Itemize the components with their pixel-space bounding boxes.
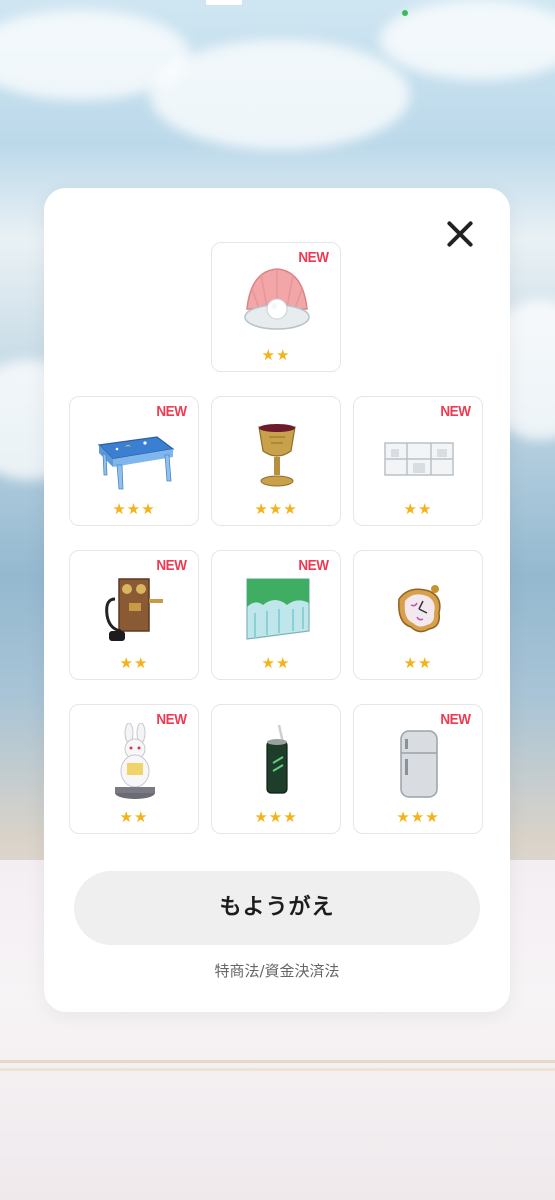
shell-pearl-icon	[244, 268, 310, 330]
rarity-stars: ★★	[403, 654, 433, 672]
item-card-moon-table[interactable]: NEW ★★★	[69, 396, 199, 526]
item-reward-modal: NEW ★★ NEW ★★★ ★★★ NEW ★★ NEW ★★ NEW ★★ …	[44, 188, 510, 1012]
item-card-forest-screen[interactable]: NEW ★★	[211, 550, 341, 680]
item-card-retro-fridge[interactable]: NEW ★★★	[353, 704, 483, 834]
item-card-golden-goblet[interactable]: ★★★	[211, 396, 341, 526]
rarity-stars: ★★	[403, 500, 433, 518]
rarity-stars: ★★★	[396, 808, 440, 826]
wall-telephone-icon	[105, 578, 163, 641]
rarity-stars: ★★	[119, 654, 149, 672]
soda-can-icon	[266, 724, 288, 794]
legal-notice-link[interactable]: 特商法/資金決済法	[44, 960, 510, 981]
close-icon[interactable]	[440, 214, 480, 254]
forest-screen-icon	[246, 578, 310, 640]
redecorate-button[interactable]: もようがえ	[74, 871, 480, 945]
wall-shelf-icon	[384, 442, 454, 476]
item-card-soda-can[interactable]: ★★★	[211, 704, 341, 834]
item-card-white-rabbit-statue[interactable]: NEW ★★	[69, 704, 199, 834]
item-card-shell-pearl[interactable]: NEW ★★	[211, 242, 341, 372]
rarity-stars: ★★★	[254, 808, 298, 826]
item-card-melting-clock[interactable]: ★★	[353, 550, 483, 680]
rarity-stars: ★★	[261, 346, 291, 364]
rarity-stars: ★★★	[254, 500, 298, 518]
melting-clock-icon	[398, 585, 441, 633]
white-rabbit-statue-icon	[115, 723, 155, 799]
rarity-stars: ★★★	[112, 500, 156, 518]
status-indicator-icon	[402, 10, 408, 16]
rarity-stars: ★★	[261, 654, 291, 672]
top-handle	[206, 0, 242, 5]
rarity-stars: ★★	[119, 808, 149, 826]
moon-table-icon	[97, 436, 175, 490]
golden-goblet-icon	[258, 424, 296, 487]
item-card-wall-telephone[interactable]: NEW ★★	[69, 550, 199, 680]
item-card-wall-shelf[interactable]: NEW ★★	[353, 396, 483, 526]
retro-fridge-icon	[400, 730, 438, 798]
